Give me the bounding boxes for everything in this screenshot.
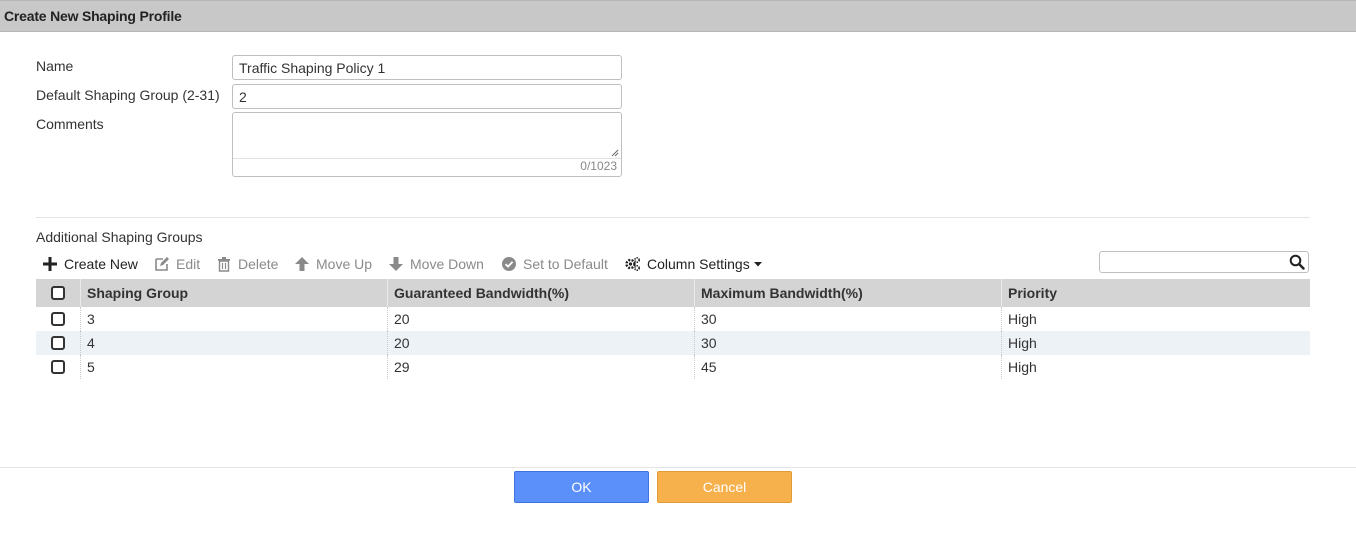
arrow-up-icon xyxy=(295,257,309,271)
plus-icon xyxy=(43,257,57,271)
guaranteed-bandwidth-cell: 20 xyxy=(387,307,694,331)
edit-label: Edit xyxy=(176,256,201,272)
move-down-button[interactable]: Move Down xyxy=(388,254,484,274)
check-circle-icon xyxy=(502,257,516,271)
row-checkbox[interactable] xyxy=(51,336,65,350)
select-all-cell xyxy=(36,279,80,307)
create-new-label: Create New xyxy=(64,256,138,272)
search-icon[interactable] xyxy=(1289,254,1305,270)
table-row[interactable]: 4 20 30 High xyxy=(36,331,1310,355)
caret-down-icon xyxy=(753,262,762,267)
col-header-maximum-bandwidth[interactable]: Maximum Bandwidth(%) xyxy=(694,279,1001,307)
dialog-title: Create New Shaping Profile xyxy=(4,8,182,24)
priority-cell: High xyxy=(1001,331,1310,355)
maximum-bandwidth-cell: 45 xyxy=(694,355,1001,379)
edit-button[interactable]: Edit xyxy=(154,254,200,274)
shaping-groups-table: Shaping Group Guaranteed Bandwidth(%) Ma… xyxy=(36,279,1310,379)
maximum-bandwidth-cell: 30 xyxy=(694,331,1001,355)
arrow-down-icon xyxy=(389,257,403,271)
footer-divider xyxy=(0,467,1356,468)
shaping-group-cell: 5 xyxy=(80,355,387,379)
table-row[interactable]: 3 20 30 High xyxy=(36,307,1310,331)
search-box[interactable] xyxy=(1099,251,1309,273)
column-settings-button[interactable]: Column Settings xyxy=(624,254,763,274)
col-header-priority[interactable]: Priority xyxy=(1001,279,1310,307)
resize-handle-icon[interactable] xyxy=(611,149,619,157)
maximum-bandwidth-cell: 30 xyxy=(694,307,1001,331)
ok-button[interactable]: OK xyxy=(514,471,649,503)
col-header-guaranteed-bandwidth[interactable]: Guaranteed Bandwidth(%) xyxy=(387,279,694,307)
title-bar: Create New Shaping Profile xyxy=(0,0,1356,32)
row-checkbox[interactable] xyxy=(51,312,65,326)
table-header: Shaping Group Guaranteed Bandwidth(%) Ma… xyxy=(36,279,1310,307)
comments-text[interactable] xyxy=(233,113,621,159)
move-up-label: Move Up xyxy=(316,256,373,272)
set-default-label: Set to Default xyxy=(523,256,608,272)
set-default-button[interactable]: Set to Default xyxy=(501,254,608,274)
gears-icon xyxy=(625,256,641,272)
edit-icon xyxy=(155,257,169,271)
row-select-cell xyxy=(36,331,80,355)
search-input[interactable] xyxy=(1104,254,1284,270)
row-select-cell xyxy=(36,355,80,379)
shaping-group-cell: 4 xyxy=(80,331,387,355)
move-up-button[interactable]: Move Up xyxy=(294,254,372,274)
table-row[interactable]: 5 29 45 High xyxy=(36,355,1310,379)
row-checkbox[interactable] xyxy=(51,360,65,374)
priority-cell: High xyxy=(1001,307,1310,331)
priority-cell: High xyxy=(1001,355,1310,379)
row-select-cell xyxy=(36,307,80,331)
column-settings-label: Column Settings xyxy=(647,256,750,272)
default-group-label: Default Shaping Group (2-31) xyxy=(36,87,220,103)
guaranteed-bandwidth-cell: 20 xyxy=(387,331,694,355)
trash-icon xyxy=(218,257,230,272)
comments-textarea[interactable]: 0/1023 xyxy=(232,112,622,177)
cancel-button[interactable]: Cancel xyxy=(657,471,792,503)
section-divider xyxy=(36,217,1310,218)
name-label: Name xyxy=(36,58,74,74)
delete-label: Delete xyxy=(238,256,279,272)
default-group-input[interactable] xyxy=(232,84,622,109)
char-counter: 0/1023 xyxy=(580,159,617,173)
comments-label: Comments xyxy=(36,116,104,132)
select-all-checkbox[interactable] xyxy=(51,286,65,300)
create-new-button[interactable]: Create New xyxy=(42,254,138,274)
move-down-label: Move Down xyxy=(410,256,484,272)
col-header-shaping-group[interactable]: Shaping Group xyxy=(80,279,387,307)
name-input[interactable] xyxy=(232,55,622,80)
shaping-group-cell: 3 xyxy=(80,307,387,331)
guaranteed-bandwidth-cell: 29 xyxy=(387,355,694,379)
delete-button[interactable]: Delete xyxy=(216,254,278,274)
section-title: Additional Shaping Groups xyxy=(36,229,203,245)
